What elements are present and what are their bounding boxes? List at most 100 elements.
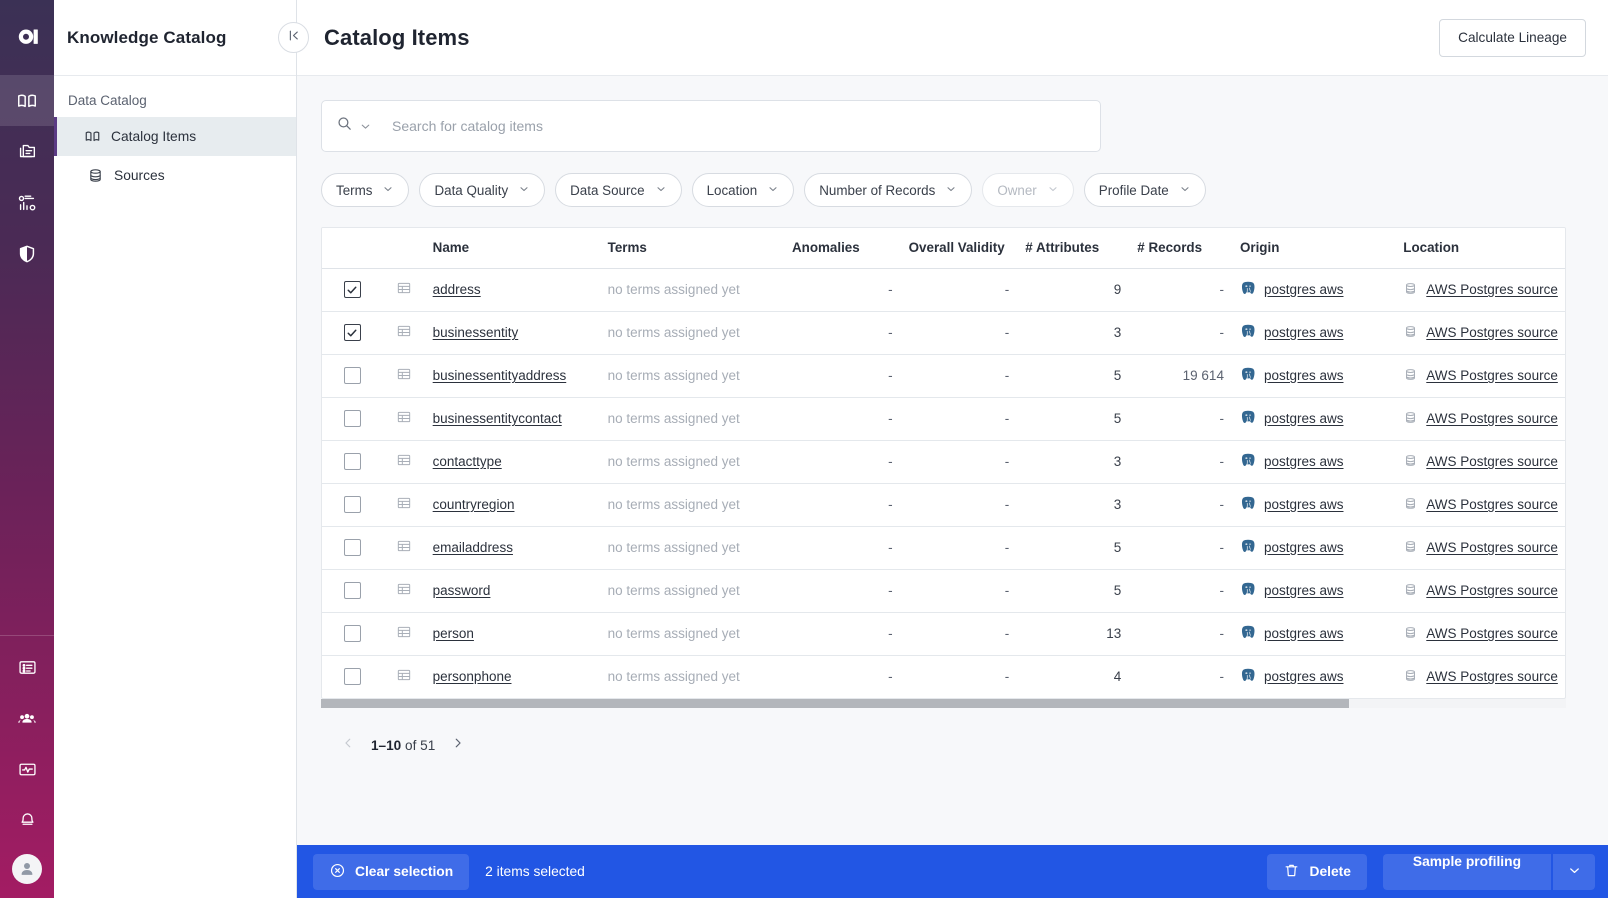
catalog-item-link[interactable]: countryregion <box>433 497 515 512</box>
filter-profile-date[interactable]: Profile Date <box>1083 173 1206 207</box>
row-origin-cell[interactable]: postgres aws <box>1231 268 1396 312</box>
sample-profiling-button[interactable]: Sample profiling <box>1382 853 1551 890</box>
location-source-link[interactable]: AWS Postgres source <box>1426 411 1558 426</box>
catalog-item-link[interactable]: businessentityaddress <box>433 368 567 383</box>
column-overall-validity[interactable]: Overall Validity <box>900 228 1018 269</box>
catalog-item-link[interactable]: businessentity <box>433 325 519 340</box>
row-checkbox-cell[interactable] <box>322 526 383 570</box>
row-checkbox-cell[interactable] <box>322 311 383 355</box>
row-checkbox-cell[interactable] <box>322 483 383 527</box>
horizontal-scrollbar[interactable] <box>321 699 1566 708</box>
origin-link[interactable]: postgres aws <box>1264 411 1344 426</box>
clear-selection-button[interactable]: Clear selection <box>313 853 470 890</box>
rail-item-notifications[interactable] <box>0 795 54 846</box>
rail-item-data-sources[interactable] <box>0 126 54 177</box>
delete-button[interactable]: Delete <box>1267 853 1367 890</box>
row-origin-cell[interactable]: postgres aws <box>1231 483 1396 527</box>
location-source-link[interactable]: AWS Postgres source <box>1426 626 1558 641</box>
pagination-prev-button[interactable] <box>333 730 363 760</box>
origin-link[interactable]: postgres aws <box>1264 583 1344 598</box>
catalog-item-link[interactable]: address <box>433 282 481 297</box>
search-bar[interactable] <box>321 100 1101 152</box>
row-origin-cell[interactable]: postgres aws <box>1231 526 1396 570</box>
row-origin-cell[interactable]: postgres aws <box>1231 569 1396 613</box>
row-name-cell[interactable]: businessentitycontact <box>424 397 600 441</box>
row-location-cell[interactable]: AWS Postgres source›test- <box>1395 397 1565 441</box>
table-row[interactable]: businessentity no terms assigned yet - -3- p… <box>322 311 1565 355</box>
filter-terms[interactable]: Terms <box>321 173 410 207</box>
filter-number-of-records[interactable]: Number of Records <box>804 173 973 207</box>
row-name-cell[interactable]: personphone <box>425 655 600 698</box>
row-checkbox[interactable] <box>343 625 361 642</box>
table-row[interactable]: contacttype no terms assigned yet - -3- post… <box>322 440 1565 484</box>
sidebar-collapse-button[interactable] <box>278 22 309 53</box>
row-location-cell[interactable]: AWS Postgres source›test- <box>1395 354 1565 398</box>
column-select-all[interactable] <box>322 228 383 269</box>
sidebar-item-sources[interactable]: Sources <box>54 156 296 195</box>
row-name-cell[interactable]: countryregion <box>424 483 600 527</box>
table-row[interactable]: address no terms assigned yet - -9- postgres… <box>322 268 1565 312</box>
location-source-link[interactable]: AWS Postgres source <box>1426 325 1558 340</box>
app-logo[interactable] <box>0 0 54 75</box>
rail-item-governance[interactable] <box>0 228 54 279</box>
origin-link[interactable]: postgres aws <box>1264 325 1344 340</box>
row-checkbox[interactable] <box>343 496 361 513</box>
catalog-item-link[interactable]: personphone <box>433 669 512 684</box>
row-checkbox[interactable] <box>343 582 361 599</box>
catalog-item-link[interactable]: password <box>433 583 491 598</box>
filter-data-source[interactable]: Data Source <box>555 173 682 207</box>
user-avatar[interactable] <box>12 854 42 884</box>
column-location[interactable]: Location <box>1395 228 1565 269</box>
row-origin-cell[interactable]: postgres aws <box>1231 354 1396 398</box>
row-checkbox-cell[interactable] <box>322 397 383 441</box>
row-location-cell[interactable]: AWS Postgres source›test- <box>1395 268 1565 312</box>
calculate-lineage-button[interactable]: Calculate Lineage <box>1439 18 1586 57</box>
row-location-cell[interactable]: AWS Postgres source›test- <box>1395 440 1565 484</box>
table-row[interactable]: personphone no terms assigned yet - - 4 - post… <box>322 655 1565 698</box>
row-origin-cell[interactable]: postgres aws <box>1231 397 1396 441</box>
search-scope-chevron[interactable] <box>359 120 372 133</box>
location-source-link[interactable]: AWS Postgres source <box>1426 583 1558 598</box>
row-origin-cell[interactable]: postgres aws <box>1231 311 1396 355</box>
origin-link[interactable]: postgres aws <box>1264 626 1344 641</box>
row-name-cell[interactable]: password <box>424 569 600 613</box>
origin-link[interactable]: postgres aws <box>1264 669 1344 684</box>
row-name-cell[interactable]: address <box>424 268 600 312</box>
row-location-cell[interactable]: AWS Postgres source›test- <box>1395 526 1565 570</box>
row-checkbox-cell[interactable] <box>322 354 383 398</box>
row-name-cell[interactable]: businessentityaddress <box>424 354 600 398</box>
origin-link[interactable]: postgres aws <box>1264 540 1344 555</box>
table-row[interactable]: businessentitycontact no terms assigned y… <box>322 397 1565 441</box>
row-location-cell[interactable]: AWS Postgres source›test- <box>1395 612 1565 656</box>
row-location-cell[interactable]: AWS Postgres source›test- <box>1395 311 1565 355</box>
catalog-item-link[interactable]: contacttype <box>433 454 502 469</box>
row-origin-cell[interactable]: postgres aws <box>1231 612 1396 656</box>
scrollbar-thumb[interactable] <box>321 699 1349 708</box>
search-input[interactable] <box>392 101 1086 151</box>
column-anomalies[interactable]: Anomalies <box>783 228 901 269</box>
row-checkbox[interactable] <box>343 367 361 384</box>
rail-item-data-quality[interactable] <box>0 177 54 228</box>
column-name[interactable]: Name <box>424 228 600 269</box>
catalog-item-link[interactable]: person <box>433 626 474 641</box>
origin-link[interactable]: postgres aws <box>1264 368 1344 383</box>
rail-item-users[interactable] <box>0 693 54 744</box>
table-row[interactable]: person no terms assigned yet - -13- postgres… <box>322 612 1565 656</box>
row-name-cell[interactable]: businessentity <box>424 311 600 355</box>
location-source-link[interactable]: AWS Postgres source <box>1426 669 1558 684</box>
location-source-link[interactable]: AWS Postgres source <box>1426 368 1558 383</box>
sample-profiling-dropdown-button[interactable] <box>1553 853 1595 890</box>
row-checkbox[interactable] <box>343 281 361 298</box>
row-checkbox-cell[interactable] <box>322 268 383 312</box>
row-name-cell[interactable]: contacttype <box>424 440 600 484</box>
row-origin-cell[interactable]: postgres aws <box>1231 440 1396 484</box>
row-location-cell[interactable]: AWS Postgres source›test- <box>1395 483 1565 527</box>
sidebar-item-catalog-items[interactable]: Catalog Items <box>54 117 296 156</box>
table-row[interactable]: emailaddress no terms assigned yet - -5- pos… <box>322 526 1565 570</box>
location-source-link[interactable]: AWS Postgres source <box>1426 454 1558 469</box>
row-checkbox[interactable] <box>343 668 361 686</box>
origin-link[interactable]: postgres aws <box>1264 454 1344 469</box>
table-row[interactable]: countryregion no terms assigned yet - -3- po… <box>322 483 1565 527</box>
catalog-item-link[interactable]: businessentitycontact <box>433 411 562 426</box>
row-checkbox-cell[interactable] <box>322 569 383 613</box>
